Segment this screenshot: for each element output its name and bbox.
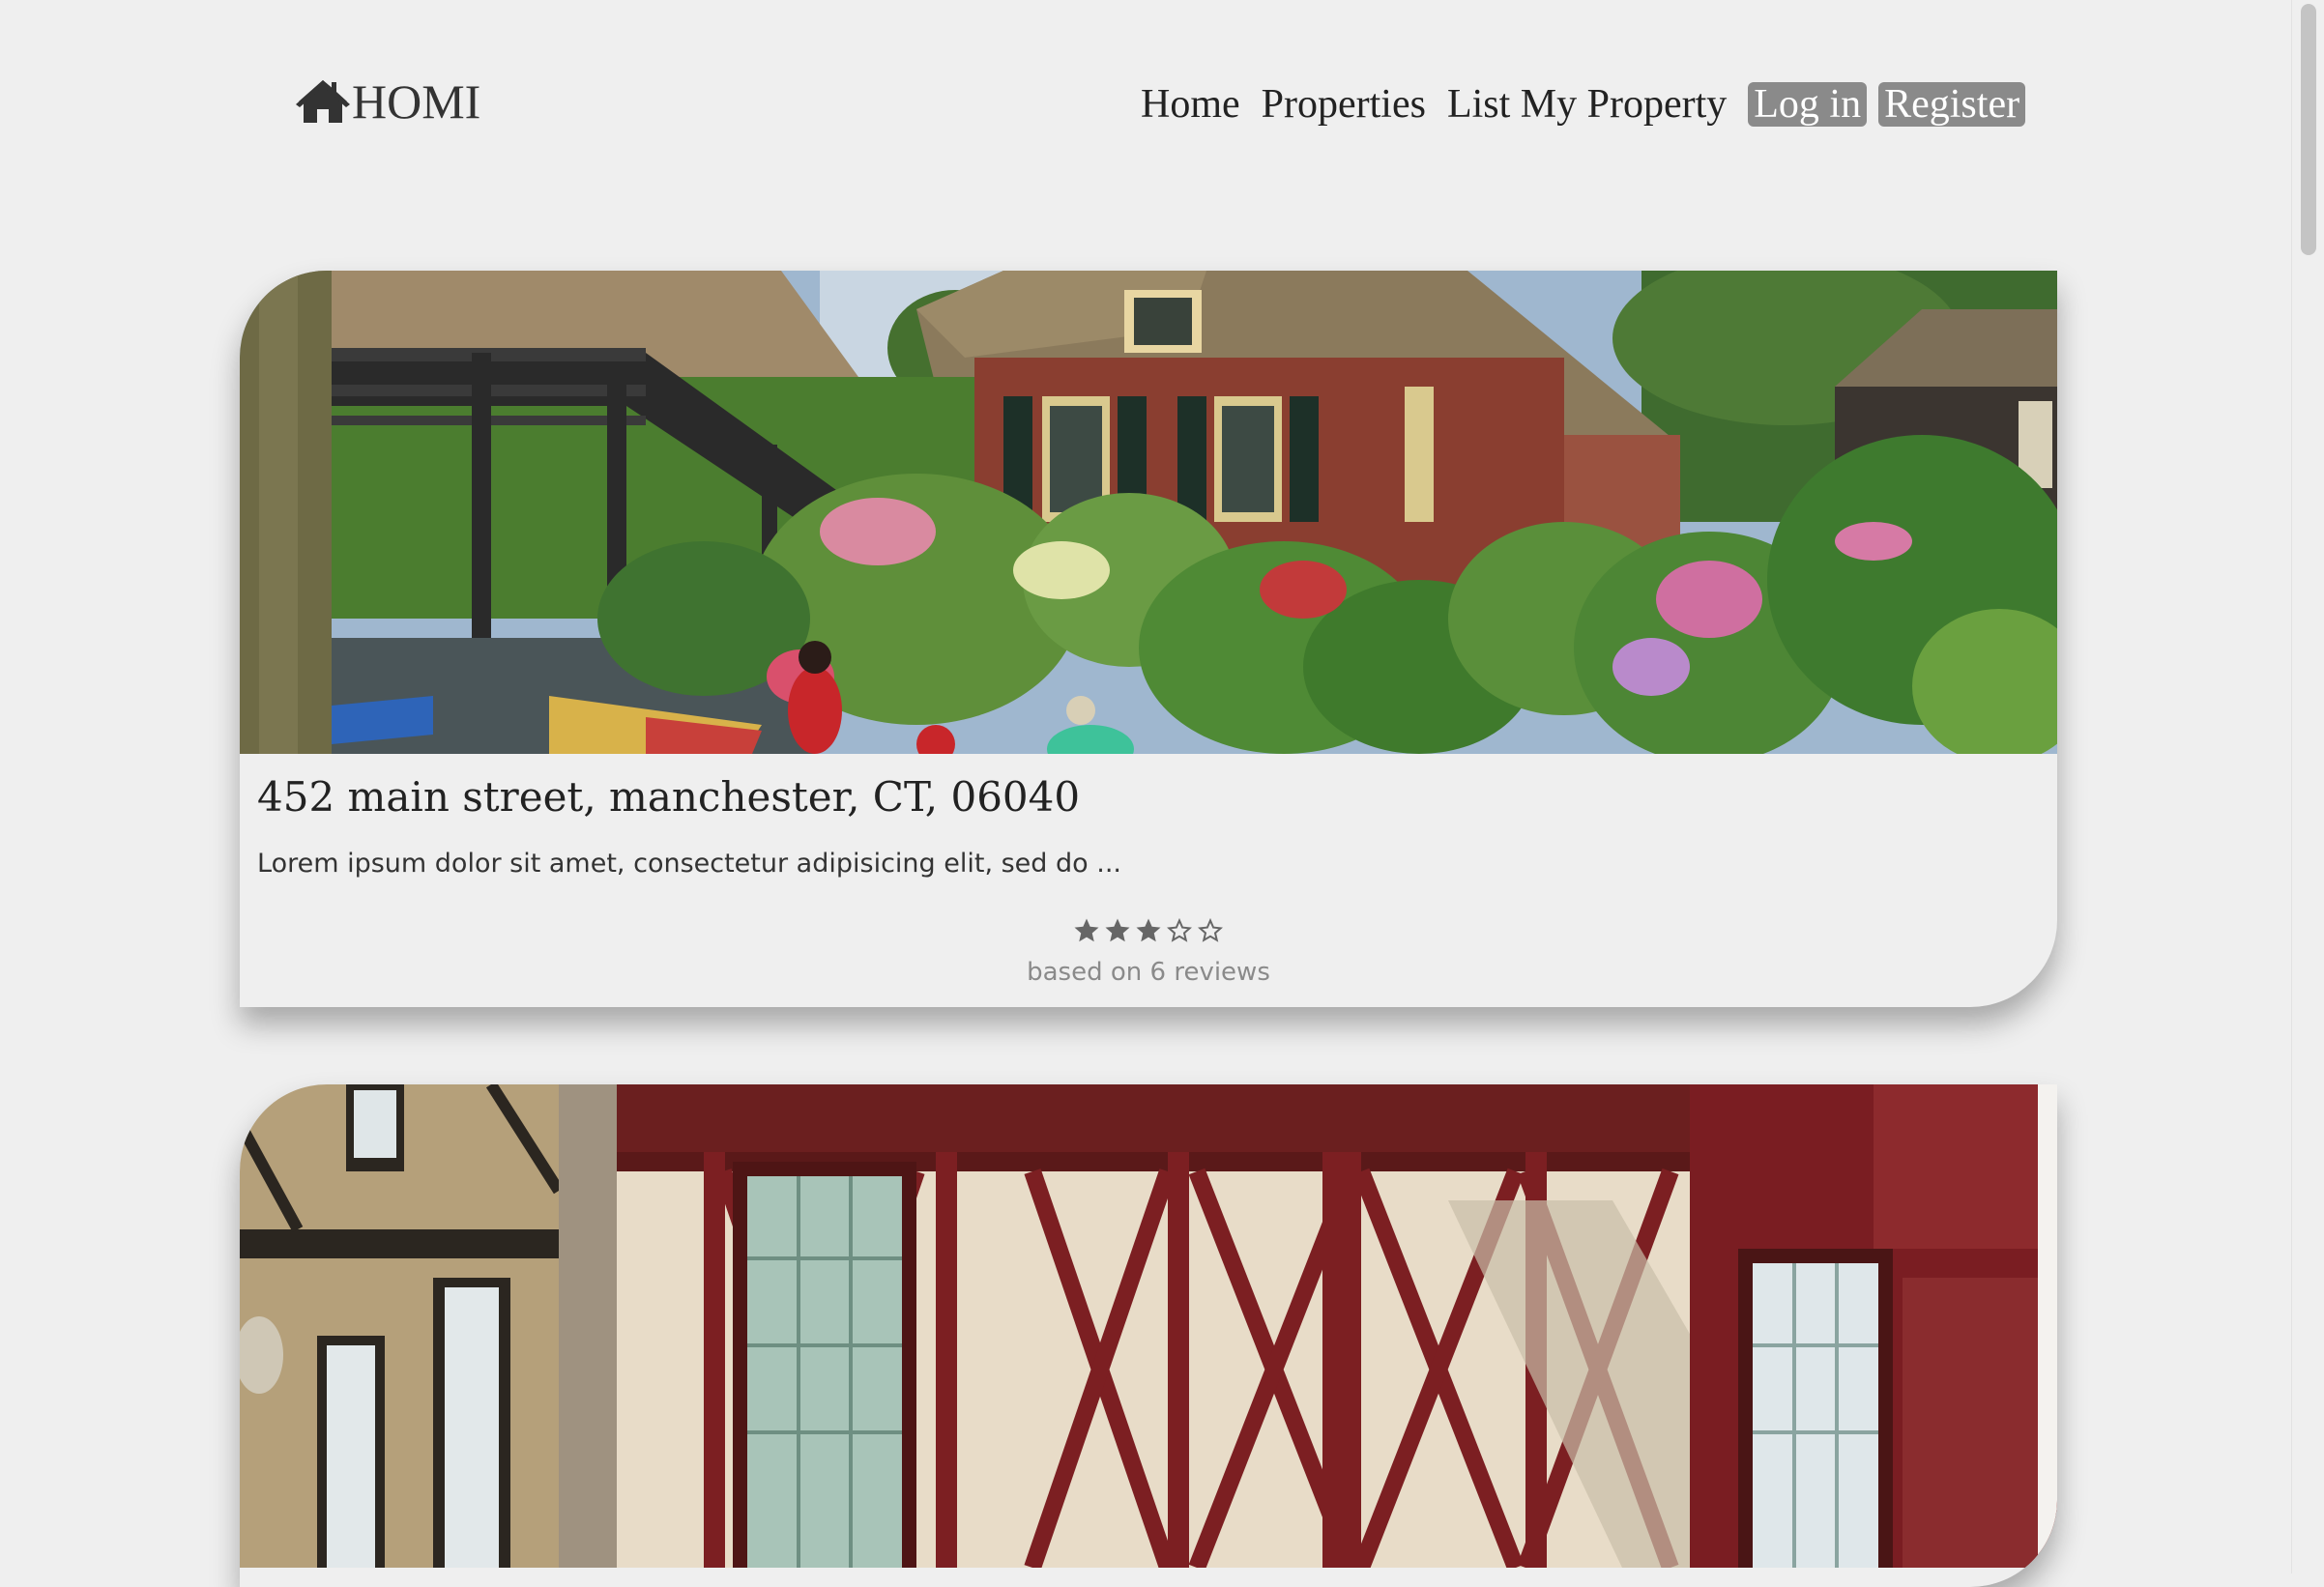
login-button[interactable]: Log in [1748, 82, 1868, 128]
star-rating [1072, 916, 1225, 945]
timbered-house-photo [240, 1084, 2057, 1568]
cottage-photo [240, 271, 2057, 754]
page-scrollbar[interactable] [2291, 0, 2324, 1573]
logo-text: HOMI [352, 74, 481, 129]
site-header: HOMI Home Properties List My Property Lo… [0, 0, 2291, 222]
star-empty-icon [1167, 917, 1192, 942]
property-card[interactable]: 452 main street, manchester, CT, 06040 L… [240, 271, 2057, 1007]
property-photo[interactable] [240, 1084, 2057, 1568]
home-icon [296, 80, 350, 123]
star-filled-icon [1105, 918, 1130, 942]
star-filled-icon [1074, 918, 1099, 942]
site-logo[interactable]: HOMI [296, 77, 480, 126]
property-photo[interactable] [240, 271, 2057, 754]
property-rating: based on 6 reviews [240, 916, 2057, 987]
star-filled-icon [1136, 918, 1161, 942]
property-address[interactable]: 452 main street, manchester, CT, 06040 [257, 773, 1080, 821]
review-count: based on 6 reviews [1027, 958, 1270, 987]
property-card[interactable] [240, 1084, 2057, 1587]
scrollbar-thumb[interactable] [2301, 4, 2316, 255]
star-empty-icon [1198, 917, 1223, 942]
property-description: Lorem ipsum dolor sit amet, consectetur … [257, 849, 1122, 879]
register-button[interactable]: Register [1878, 82, 2026, 128]
nav-home-link[interactable]: Home [1141, 82, 1240, 127]
nav-properties-link[interactable]: Properties [1262, 82, 1426, 127]
main-nav: Home Properties List My Property Log in … [1141, 82, 2026, 128]
nav-list-property-link[interactable]: List My Property [1447, 82, 1727, 127]
